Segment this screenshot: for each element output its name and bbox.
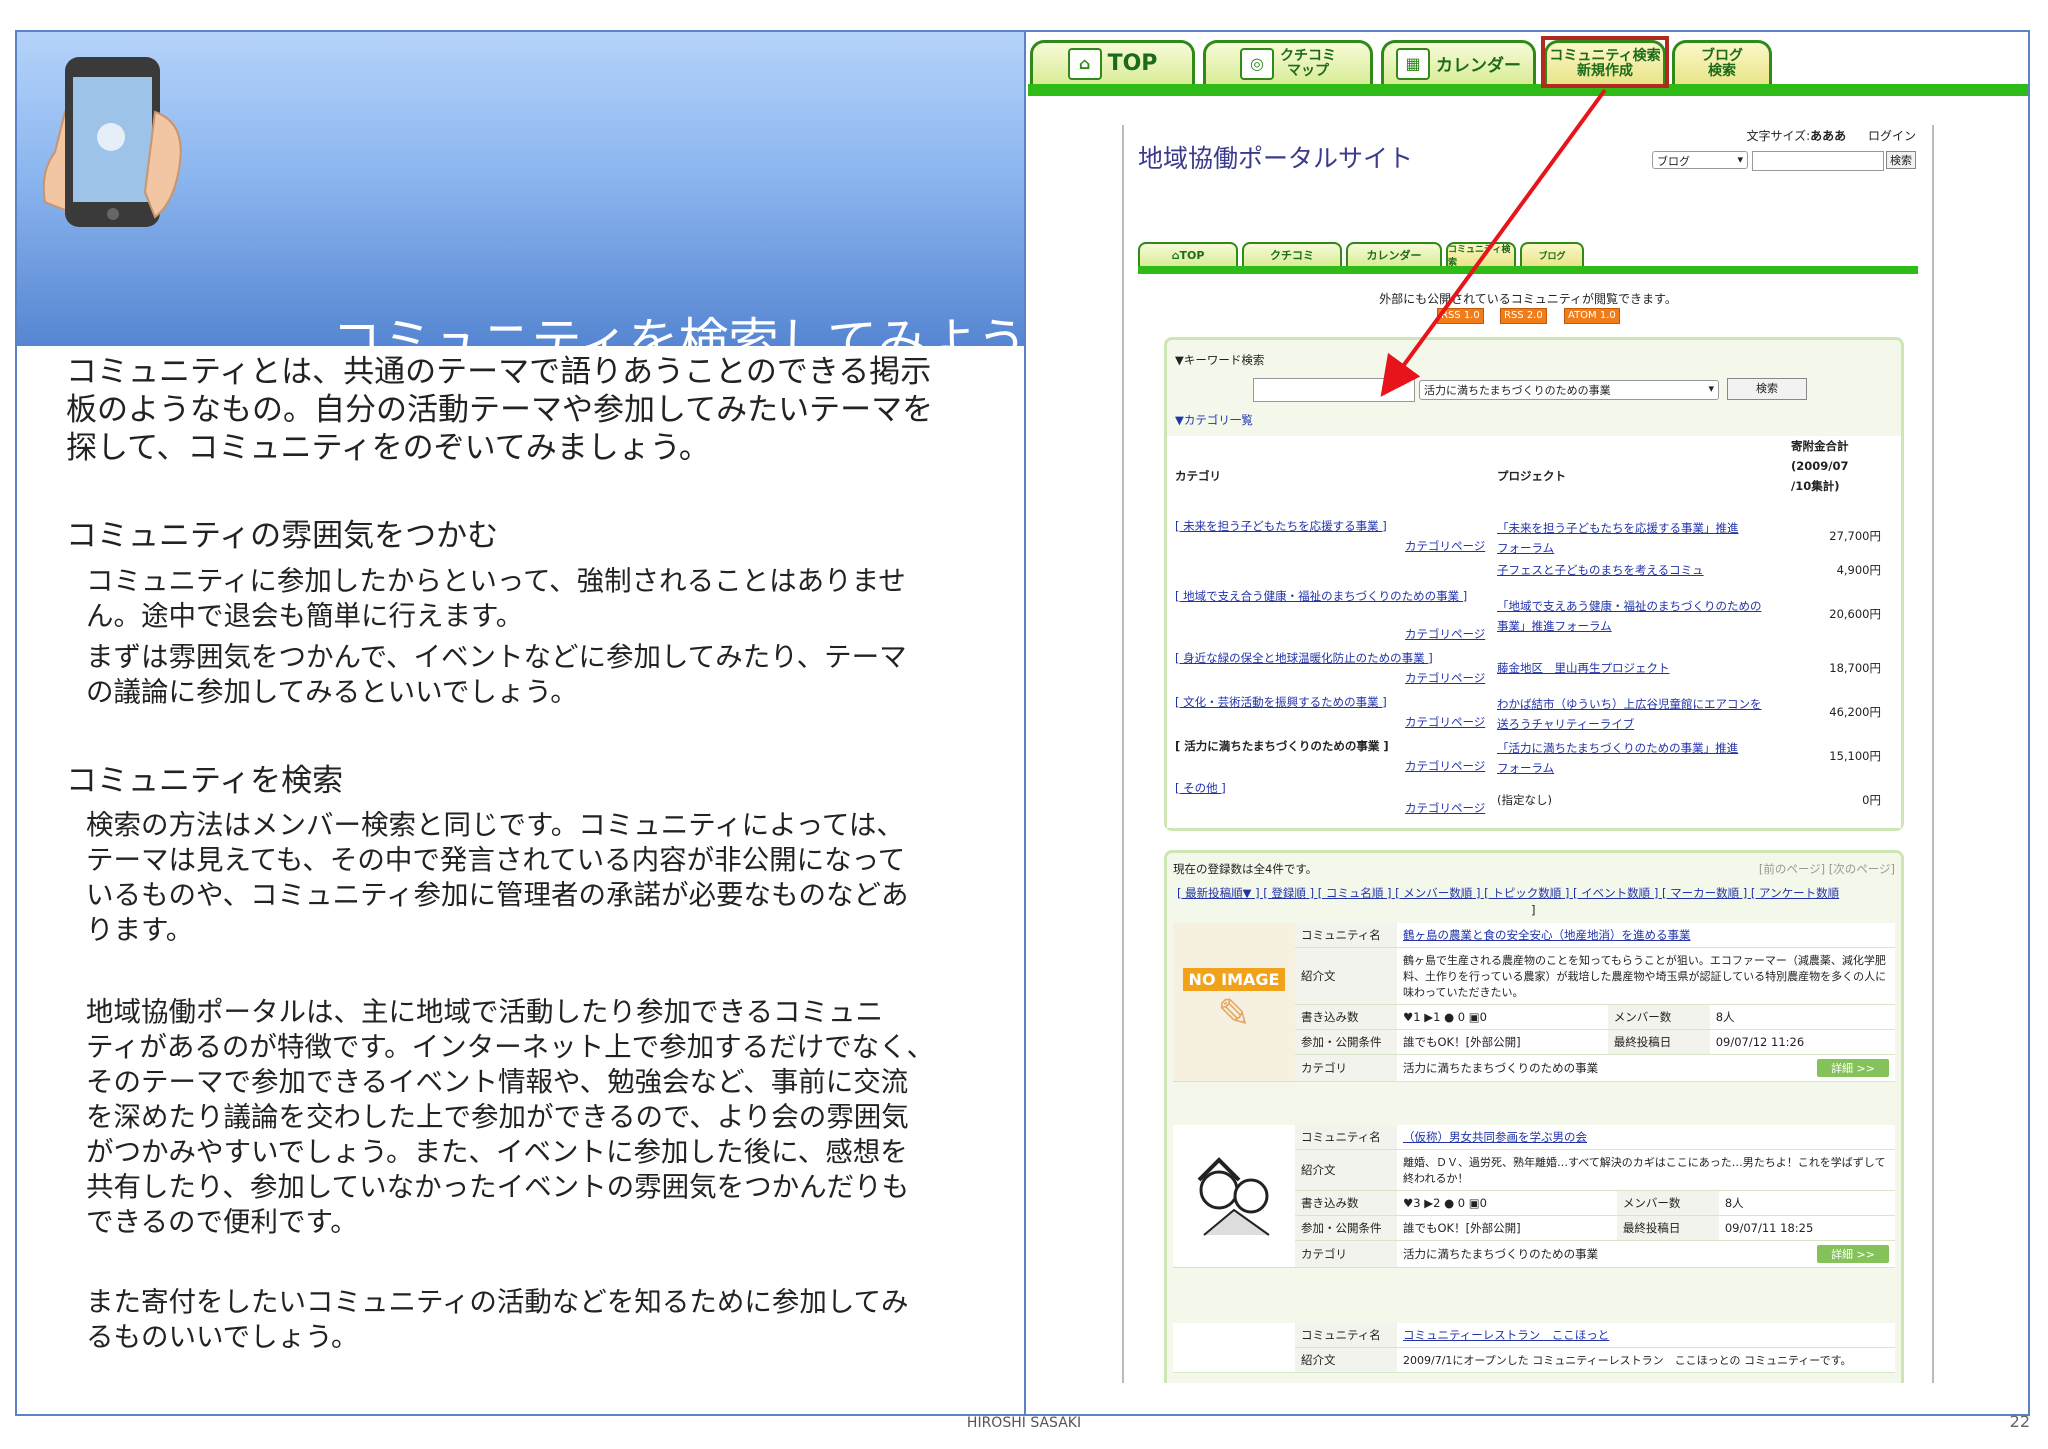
page-number: 22	[2009, 1412, 2030, 1431]
annotation-arrow	[1380, 88, 1607, 397]
footer-author: HIROSHI SASAKI	[966, 1415, 1082, 1431]
